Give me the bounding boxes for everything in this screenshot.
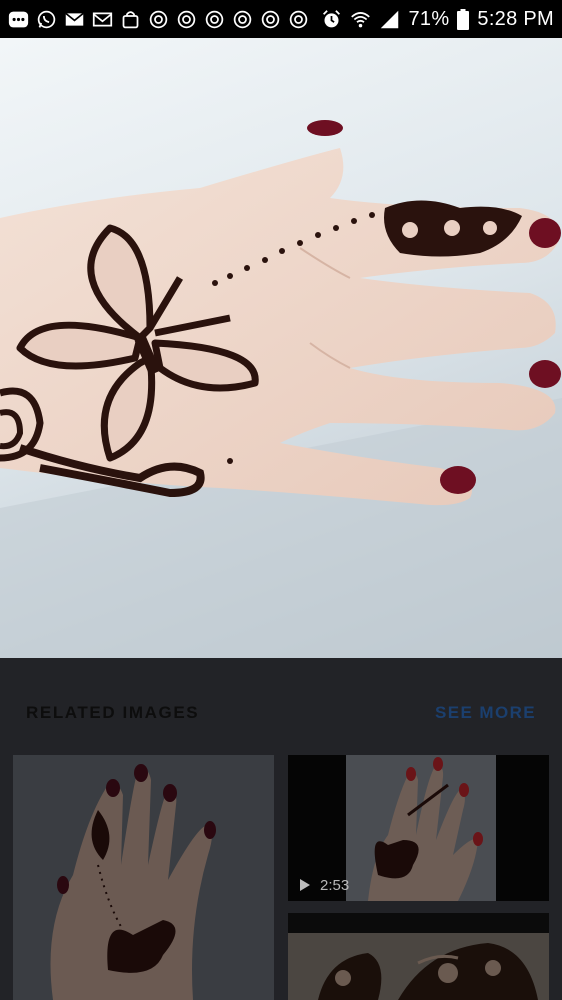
battery-icon [457,8,470,30]
more-dots-icon [8,9,29,30]
clock: 5:28 PM [477,7,554,30]
wifi-icon [350,9,371,30]
chrome-icon [204,9,225,30]
whatsapp-icon [36,9,57,30]
chrome-icon [176,9,197,30]
related-image-thumbnail[interactable] [13,755,274,1000]
mail-icon [64,9,85,30]
notification-icons [8,9,309,30]
henna-design-thumbnail [288,913,549,1000]
related-image-thumbnail[interactable] [288,913,549,1000]
chrome-icon [148,9,169,30]
battery-percent: 71% [408,7,450,30]
henna-hand-photo [0,120,562,658]
henna-hand-thumbnail [13,755,274,1000]
system-status: 71% 5:28 PM [321,8,554,31]
gmail-icon [92,9,113,30]
chrome-icon [260,9,281,30]
main-image[interactable] [0,38,562,658]
status-bar: 71% 5:28 PM [0,0,562,38]
play-icon [300,879,310,891]
chrome-icon [232,9,253,30]
alarm-icon [321,9,342,30]
related-header: RELATED IMAGES SEE MORE [26,702,536,724]
signal-icon [379,9,400,30]
related-images-title: RELATED IMAGES [26,703,200,722]
video-duration: 2:53 [320,876,350,894]
shopping-bag-icon [120,9,141,30]
chrome-icon [288,9,309,30]
see-more-link[interactable]: SEE MORE [435,703,536,723]
video-duration-badge: 2:53 [290,872,349,898]
